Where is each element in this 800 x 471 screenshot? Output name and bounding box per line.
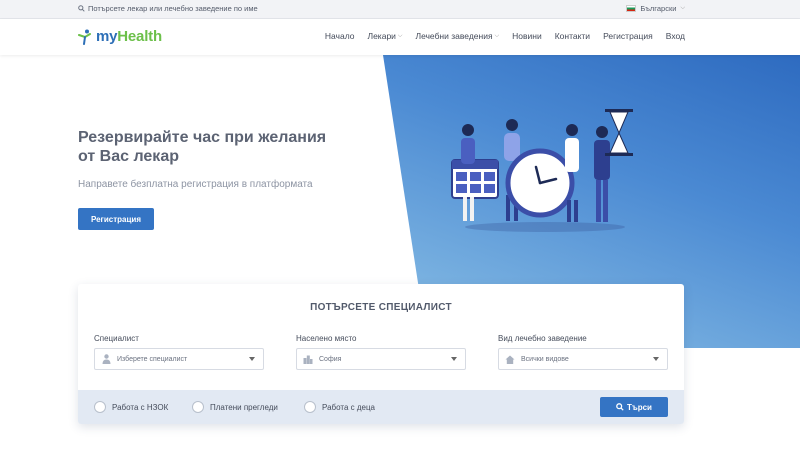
hero-register-button[interactable]: Регистрация (78, 208, 154, 230)
main-nav: Начало Лекари ⌵ Лечебни заведения ⌵ Новини… (325, 31, 685, 41)
filter-label: Работа с НЗОК (112, 402, 169, 412)
nav-label: Лечебни заведения (415, 31, 493, 41)
main-header: myHealth Начало Лекари ⌵ Лечебни заведени… (0, 19, 800, 55)
specialist-field: Специалист Изберете специалист (94, 334, 264, 370)
logo-my: my (96, 28, 118, 45)
nav-label: Лекари (367, 31, 396, 41)
chevron-down-icon: ⌵ (680, 5, 685, 11)
specialist-select[interactable]: Изберете специалист (94, 348, 264, 370)
city-icon (303, 354, 313, 364)
top-bar: Потърсете лекар или лечебно заведение по… (0, 0, 800, 19)
city-select[interactable]: София (296, 348, 466, 370)
filter-label: Работа с деца (322, 402, 375, 412)
language-selector[interactable]: Български ⌵ (626, 4, 685, 13)
top-search-link[interactable]: Потърсете лекар или лечебно заведение по… (78, 4, 258, 13)
language-label: Български (640, 4, 677, 13)
logo-text: myHealth (96, 28, 162, 45)
city-label: Населено място (296, 334, 357, 343)
facility-type-select[interactable]: Всички видове (498, 348, 668, 370)
nav-item-facilities[interactable]: Лечебни заведения ⌵ (415, 31, 499, 41)
top-search-text: Потърсете лекар или лечебно заведение по… (88, 4, 258, 13)
radio-button[interactable] (94, 401, 106, 413)
caret-down-icon (653, 357, 659, 361)
city-value: София (319, 355, 342, 363)
clock-icon (505, 148, 575, 218)
nav-label: Регистрация (603, 31, 653, 41)
nav-label: Контакти (554, 31, 591, 41)
search-card: ПОТЪРСЕТЕ СПЕЦИАЛИСТ Специалист Изберете… (78, 284, 684, 424)
nav-item-doctors[interactable]: Лекари ⌵ (368, 31, 403, 41)
facility-type-field: Вид лечебно заведение Всички видове (498, 334, 668, 370)
bulgarian-flag-icon (626, 5, 637, 12)
search-button[interactable]: Търси (600, 397, 668, 417)
search-icon (616, 403, 624, 411)
logo-figure-icon (78, 29, 91, 45)
doctor-icon (101, 354, 111, 364)
specialist-label: Специалист (94, 334, 139, 343)
logo-health: Health (117, 28, 162, 45)
caret-down-icon (451, 357, 457, 361)
nav-item-register[interactable]: Регистрация (603, 31, 653, 41)
filter-paid-exams[interactable]: Платени прегледи (192, 401, 278, 413)
chevron-down-icon: ⌵ (494, 32, 500, 39)
nav-label: Начало (324, 31, 355, 41)
radio-button[interactable] (192, 401, 204, 413)
logo[interactable]: myHealth (78, 28, 162, 45)
facility-type-label: Вид лечебно заведение (498, 334, 587, 343)
nav-label: Вход (665, 31, 685, 41)
filter-label: Платени прегледи (210, 402, 278, 412)
caret-down-icon (249, 357, 255, 361)
nav-item-home[interactable]: Начало (325, 31, 355, 41)
calendar-icon (451, 159, 499, 199)
radio-button[interactable] (304, 401, 316, 413)
filter-children[interactable]: Работа с деца (304, 401, 375, 413)
hero-title: Резервирайте час при желания от Вас лека… (78, 129, 327, 165)
specialist-value: Изберете специалист (117, 355, 188, 363)
nav-item-contacts[interactable]: Контакти (555, 31, 590, 41)
search-card-title: ПОТЪРСЕТЕ СПЕЦИАЛИСТ (310, 302, 452, 313)
nav-item-login[interactable]: Вход (666, 31, 685, 41)
nav-label: Новини (512, 31, 542, 41)
nav-item-news[interactable]: Новини (512, 31, 542, 41)
search-icon (78, 5, 85, 12)
city-field: Населено място София (296, 334, 466, 370)
chevron-down-icon: ⌵ (397, 32, 403, 39)
hero-subtitle: Направете безплатна регистрация в платфо… (78, 179, 313, 190)
hero-illustration (451, 109, 633, 232)
house-icon (505, 354, 515, 364)
facility-type-value: Всички видове (521, 355, 569, 363)
search-filters-bar: Работа с НЗОК Платени прегледи Работа с … (78, 390, 684, 424)
filter-nzok[interactable]: Работа с НЗОК (94, 401, 168, 413)
search-button-label: Търси (627, 402, 652, 412)
